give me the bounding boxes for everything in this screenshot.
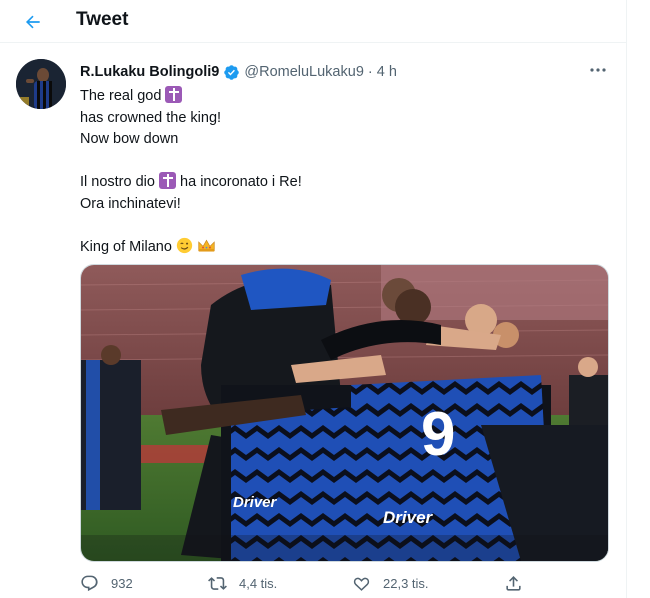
- arrow-left-icon: [25, 15, 40, 29]
- author-display-name[interactable]: R.Lukaku Bolingoli9: [80, 64, 219, 80]
- tweet-timestamp[interactable]: 4 h: [377, 64, 397, 80]
- avatar-image: [16, 59, 66, 109]
- tweet-line: Il nostro dio ha incoronato i Re!: [80, 172, 302, 190]
- tweet-media-photo[interactable]: 9 Driver Driver: [80, 264, 609, 562]
- heart-icon: [353, 577, 370, 591]
- tweet-line: The real god: [80, 86, 600, 108]
- verified-badge-icon: [223, 64, 240, 81]
- jersey-number: 9: [421, 400, 455, 469]
- tweet-author-row: R.Lukaku Bolingoli9 @RomeluLukaku9 · 4 h: [80, 62, 397, 82]
- avatar[interactable]: [16, 59, 66, 109]
- back-button[interactable]: [18, 7, 48, 37]
- retweet-count: 4,4 tis.: [239, 576, 278, 591]
- tweet-line-spacer: [80, 215, 600, 237]
- team-celebration-photo: 9 Driver Driver: [81, 265, 608, 561]
- retweet-icon: [208, 577, 227, 590]
- share-button[interactable]: [504, 574, 535, 593]
- top-bar: Tweet: [0, 0, 627, 43]
- more-options-button[interactable]: [586, 60, 610, 80]
- column-divider: [626, 0, 627, 598]
- tweet-line-spacer: [80, 151, 600, 173]
- like-button[interactable]: 22,3 tis.: [352, 574, 429, 593]
- crown-emoji: [198, 239, 215, 252]
- sponsor-logo: Driver: [233, 494, 278, 511]
- tweet-text: The real god has crowned the king! Now b…: [80, 86, 600, 258]
- tweet-line: Ora inchinatevi!: [80, 195, 181, 212]
- like-count: 22,3 tis.: [383, 576, 429, 591]
- more-horizontal-icon: [590, 68, 606, 72]
- separator-dot: ·: [367, 64, 373, 80]
- author-handle[interactable]: @RomeluLukaku9: [244, 64, 364, 80]
- reply-button[interactable]: 932: [80, 574, 133, 593]
- reply-count: 932: [111, 576, 133, 591]
- tweet-line: has crowned the king!: [80, 109, 222, 126]
- winking-face-emoji: [176, 237, 193, 253]
- share-icon: [506, 576, 521, 591]
- latin-cross-emoji: [165, 86, 183, 103]
- tweet-line: King of Milano: [80, 237, 600, 259]
- sponsor-logo: Driver: [383, 508, 434, 527]
- tweet-line: Now bow down: [80, 131, 179, 147]
- page-title: Tweet: [76, 9, 129, 30]
- latin-cross-emoji: [159, 172, 176, 189]
- retweet-button[interactable]: 4,4 tis.: [208, 574, 277, 593]
- tweet-action-bar: 932 4,4 tis. 22,3 tis.: [80, 574, 540, 596]
- reply-icon: [81, 575, 98, 592]
